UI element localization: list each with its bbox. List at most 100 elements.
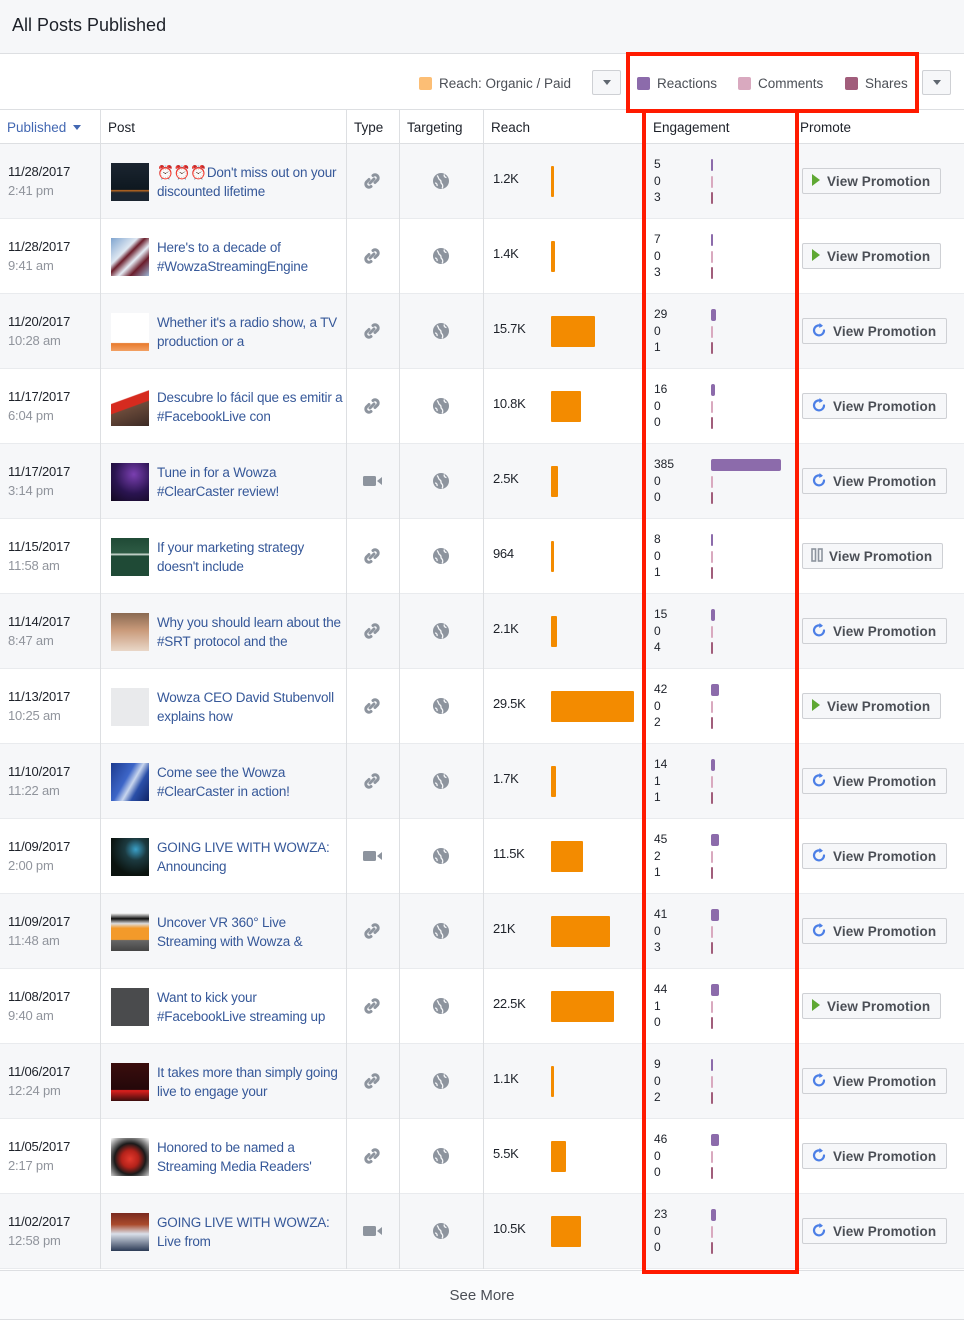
engagement-cell: 15 0 4 [642,594,792,669]
reach-value: 29.5K [493,696,526,711]
published-cell: 11/15/2017 11:58 am [0,519,101,594]
link-icon [362,396,382,416]
reach-metric-dropdown[interactable] [592,70,621,95]
reach-cell: 1.2K [484,144,642,219]
post-link[interactable]: Uncover VR 360° Live Streaming with Wowz… [157,913,343,951]
table-row: 11/06/2017 12:24 pm It takes more than s… [0,1044,964,1119]
refresh-icon [811,1072,827,1091]
view-promotion-label: View Promotion [833,323,937,339]
post-link[interactable]: Honored to be named a Streaming Media Re… [157,1138,343,1176]
post-link[interactable]: If your marketing strategy doesn't inclu… [157,538,343,576]
post-link[interactable]: Come see the Wowza #ClearCaster in actio… [157,763,343,801]
engagement-metric-dropdown[interactable] [922,70,951,95]
page-header: All Posts Published [0,0,964,54]
view-promotion-button[interactable]: View Promotion [802,918,948,944]
globe-icon [431,246,451,266]
view-promotion-button[interactable]: View Promotion [802,993,942,1019]
post-thumbnail[interactable] [111,463,149,501]
view-promotion-button[interactable]: View Promotion [802,1143,948,1169]
table-row: 11/28/2017 9:41 am Here's to a decade of… [0,219,964,294]
reach-value: 1.4K [493,246,519,261]
post-link[interactable]: GOING LIVE WITH WOWZA: Live from [157,1213,343,1251]
view-promotion-button[interactable]: View Promotion [802,243,942,269]
comments-bar [711,326,713,338]
post-link[interactable]: Want to kick your #FacebookLive streamin… [157,988,343,1026]
post-cell: Come see the Wowza #ClearCaster in actio… [101,744,347,819]
view-promotion-button[interactable]: View Promotion [802,693,942,719]
post-thumbnail[interactable] [111,1063,149,1101]
reach-value: 1.2K [493,171,519,186]
post-thumbnail[interactable] [111,1213,149,1251]
post-link[interactable]: It takes more than simply going live to … [157,1063,343,1101]
post-link[interactable]: Why you should learn about the #SRT prot… [157,613,343,651]
post-cell: Descubre lo fácil que es emitir a #Faceb… [101,369,347,444]
post-link[interactable]: Wowza CEO David Stubenvoll explains how [157,688,343,726]
reactions-bar [711,459,781,471]
refresh-icon [811,622,827,641]
view-promotion-button[interactable]: View Promotion [802,1218,948,1244]
view-promotion-button[interactable]: View Promotion [802,543,944,569]
published-time: 3:14 pm [8,483,54,498]
published-cell: 11/10/2017 11:22 am [0,744,101,819]
view-promotion-button[interactable]: View Promotion [802,1068,948,1094]
post-thumbnail[interactable] [111,388,149,426]
targeting-cell [400,219,484,294]
reactions-bar [711,759,715,771]
view-promotion-button[interactable]: View Promotion [802,768,948,794]
post-thumbnail[interactable] [111,838,149,876]
view-promotion-button[interactable]: View Promotion [802,618,948,644]
published-date: 11/15/2017 [8,539,71,554]
reach-cell: 1.4K [484,219,642,294]
post-thumbnail[interactable] [111,538,149,576]
published-cell: 11/17/2017 6:04 pm [0,369,101,444]
post-link[interactable]: Tune in for a Wowza #ClearCaster review! [157,463,343,501]
post-thumbnail[interactable] [111,988,149,1026]
reach-cell: 22.5K [484,969,642,1044]
view-promotion-button[interactable]: View Promotion [802,318,948,344]
published-cell: 11/28/2017 9:41 am [0,219,101,294]
view-promotion-button[interactable]: View Promotion [802,393,948,419]
reach-cell: 1.1K [484,1044,642,1119]
column-header-targeting-label: Targeting [407,119,463,135]
post-thumbnail[interactable] [111,613,149,651]
promote-cell: View Promotion [792,219,964,294]
published-cell: 11/17/2017 3:14 pm [0,444,101,519]
type-cell [347,819,400,894]
promote-cell: View Promotion [792,1119,964,1194]
post-cell: GOING LIVE WITH WOWZA: Announcing [101,819,347,894]
post-link[interactable]: Whether it's a radio show, a TV producti… [157,313,343,351]
post-thumbnail[interactable] [111,763,149,801]
post-link[interactable]: Here's to a decade of #WowzaStreamingEng… [157,238,343,276]
reach-cell: 21K [484,894,642,969]
reach-cell: 15.7K [484,294,642,369]
post-link[interactable]: ⏰⏰⏰Don't miss out on your discounted lif… [157,163,343,201]
post-thumbnail[interactable] [111,238,149,276]
column-header-published[interactable]: Published [0,110,101,144]
post-link[interactable]: GOING LIVE WITH WOWZA: Announcing [157,838,343,876]
published-time: 12:58 pm [8,1233,61,1248]
post-link[interactable]: Descubre lo fácil que es emitir a #Faceb… [157,388,343,426]
reach-value: 1.7K [493,771,519,786]
play-icon [811,698,821,715]
post-thumbnail[interactable] [111,913,149,951]
post-thumbnail[interactable] [111,313,149,351]
post-thumbnail[interactable] [111,688,149,726]
view-promotion-button[interactable]: View Promotion [802,168,942,194]
column-header-reach-label: Reach [491,119,531,135]
see-more-button[interactable]: See More [0,1270,964,1320]
post-thumbnail[interactable] [111,163,149,201]
view-promotion-button[interactable]: View Promotion [802,843,948,869]
published-date: 11/28/2017 [8,164,71,179]
reactions-bar [711,384,715,396]
reach-value: 22.5K [493,996,526,1011]
legend-reach: Reach: Organic / Paid [419,74,571,92]
reach-value: 964 [493,546,514,561]
view-promotion-button[interactable]: View Promotion [802,468,948,494]
comments-bar [711,626,713,638]
shares-count: 0 [654,1015,661,1029]
post-thumbnail[interactable] [111,1138,149,1176]
play-icon [811,173,821,190]
video-camera-icon [362,846,382,866]
view-promotion-label: View Promotion [833,1223,937,1239]
shares-bar [711,942,713,954]
